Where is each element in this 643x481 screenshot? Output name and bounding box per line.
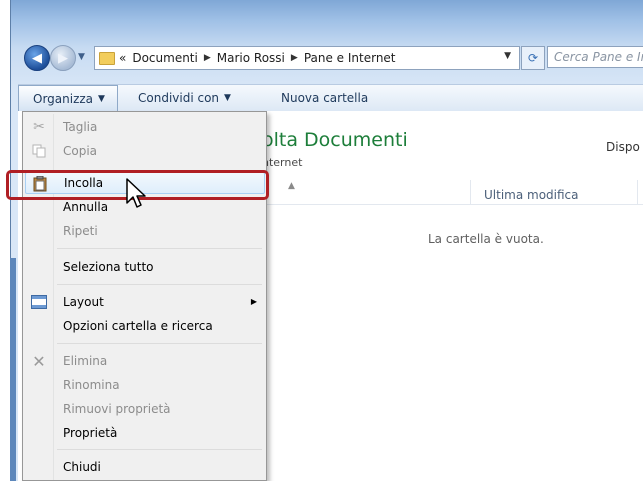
- breadcrumb-documenti[interactable]: Documenti: [132, 51, 198, 65]
- column-divider[interactable]: [637, 180, 638, 204]
- refresh-button[interactable]: ⟳: [521, 46, 545, 70]
- column-header-modified[interactable]: Ultima modifica: [484, 188, 579, 202]
- mouse-pointer-icon: [126, 178, 146, 208]
- share-label: Condividi con: [138, 91, 220, 105]
- menu-item-layout[interactable]: Layout ▶: [25, 291, 265, 313]
- menu-item-label: Annulla: [63, 200, 109, 214]
- menu-item-delete[interactable]: ✕ Elimina: [25, 350, 265, 372]
- address-row: ◀ ▶ ▼ « Documenti ▶ Mario Rossi ▶ Pane e…: [18, 44, 643, 72]
- copy-icon: [31, 143, 47, 159]
- menu-separator: [57, 248, 262, 249]
- menu-item-redo[interactable]: Ripeti: [25, 220, 265, 242]
- share-button[interactable]: Condividi con ▼: [138, 85, 231, 111]
- chevron-down-icon: ▼: [224, 93, 231, 103]
- arrange-by-label[interactable]: Dispo: [606, 140, 640, 154]
- sort-arrow-icon: ▲: [288, 181, 295, 191]
- menu-item-label: Rinomina: [63, 378, 120, 392]
- menu-item-close[interactable]: Chiudi: [25, 456, 265, 478]
- menu-item-cut[interactable]: ✂ Taglia: [25, 116, 265, 138]
- menu-item-properties[interactable]: Proprietà: [25, 422, 265, 444]
- menu-item-rename[interactable]: Rinomina: [25, 374, 265, 396]
- menu-separator: [57, 284, 262, 285]
- menu-separator: [57, 449, 262, 450]
- chevron-down-icon: ▼: [98, 93, 105, 104]
- refresh-icon: ⟳: [527, 51, 539, 65]
- library-title: olta Documenti: [262, 129, 408, 151]
- menu-item-label: Ripeti: [63, 224, 98, 238]
- library-subtitle[interactable]: nternet: [262, 156, 302, 169]
- menu-item-label: Seleziona tutto: [63, 260, 154, 274]
- menu-item-label: Elimina: [63, 354, 108, 368]
- menu-item-label: Taglia: [63, 120, 98, 134]
- window-left-border: [10, 258, 16, 481]
- menu-item-label: Chiudi: [63, 460, 101, 474]
- address-dropdown-icon[interactable]: ▼: [504, 51, 511, 61]
- command-bar: Organizza ▼ Condividi con ▼ Nuova cartel…: [18, 84, 643, 112]
- menu-item-label: Rimuovi proprietà: [63, 402, 171, 416]
- submenu-arrow-icon: ▶: [250, 297, 257, 306]
- menu-item-label: Opzioni cartella e ricerca: [63, 319, 213, 333]
- breadcrumb-overflow[interactable]: «: [119, 51, 126, 65]
- breadcrumb-separator-icon[interactable]: ▶: [291, 53, 298, 63]
- menu-item-remove-properties[interactable]: Rimuovi proprietà: [25, 398, 265, 420]
- menu-item-label: Layout: [63, 295, 104, 309]
- folder-icon: [99, 51, 115, 65]
- menu-item-folder-options[interactable]: Opzioni cartella e ricerca: [25, 315, 265, 337]
- back-button[interactable]: ◀: [24, 45, 50, 71]
- layout-icon: [31, 294, 47, 310]
- menu-item-label: Copia: [63, 144, 98, 158]
- column-header-row: [262, 180, 643, 205]
- menu-separator: [57, 343, 262, 344]
- menu-item-label: Proprietà: [63, 426, 118, 440]
- organize-button[interactable]: Organizza ▼: [18, 85, 118, 111]
- menu-item-select-all[interactable]: Seleziona tutto: [25, 256, 265, 278]
- scissors-icon: ✂: [33, 119, 45, 135]
- address-bar[interactable]: « Documenti ▶ Mario Rossi ▶ Pane e Inter…: [94, 46, 520, 70]
- breadcrumb-separator-icon[interactable]: ▶: [204, 53, 211, 63]
- recent-pages-arrow-icon[interactable]: ▼: [78, 52, 85, 62]
- breadcrumb-mario-rossi[interactable]: Mario Rossi: [217, 51, 285, 65]
- organize-dropdown-menu: ✂ Taglia Copia Incolla Annulla Ripeti Se…: [22, 111, 267, 481]
- new-folder-label: Nuova cartella: [281, 91, 369, 105]
- search-input[interactable]: Cerca Pane e Inter: [547, 46, 643, 68]
- menu-item-copy[interactable]: Copia: [25, 140, 265, 162]
- breadcrumb-pane-internet[interactable]: Pane e Internet: [304, 51, 396, 65]
- delete-icon: ✕: [32, 351, 46, 371]
- new-folder-button[interactable]: Nuova cartella: [281, 85, 368, 111]
- column-divider[interactable]: [470, 180, 471, 204]
- forward-button[interactable]: ▶: [50, 45, 76, 71]
- empty-folder-message: La cartella è vuota.: [428, 232, 544, 246]
- organize-label: Organizza: [33, 91, 94, 106]
